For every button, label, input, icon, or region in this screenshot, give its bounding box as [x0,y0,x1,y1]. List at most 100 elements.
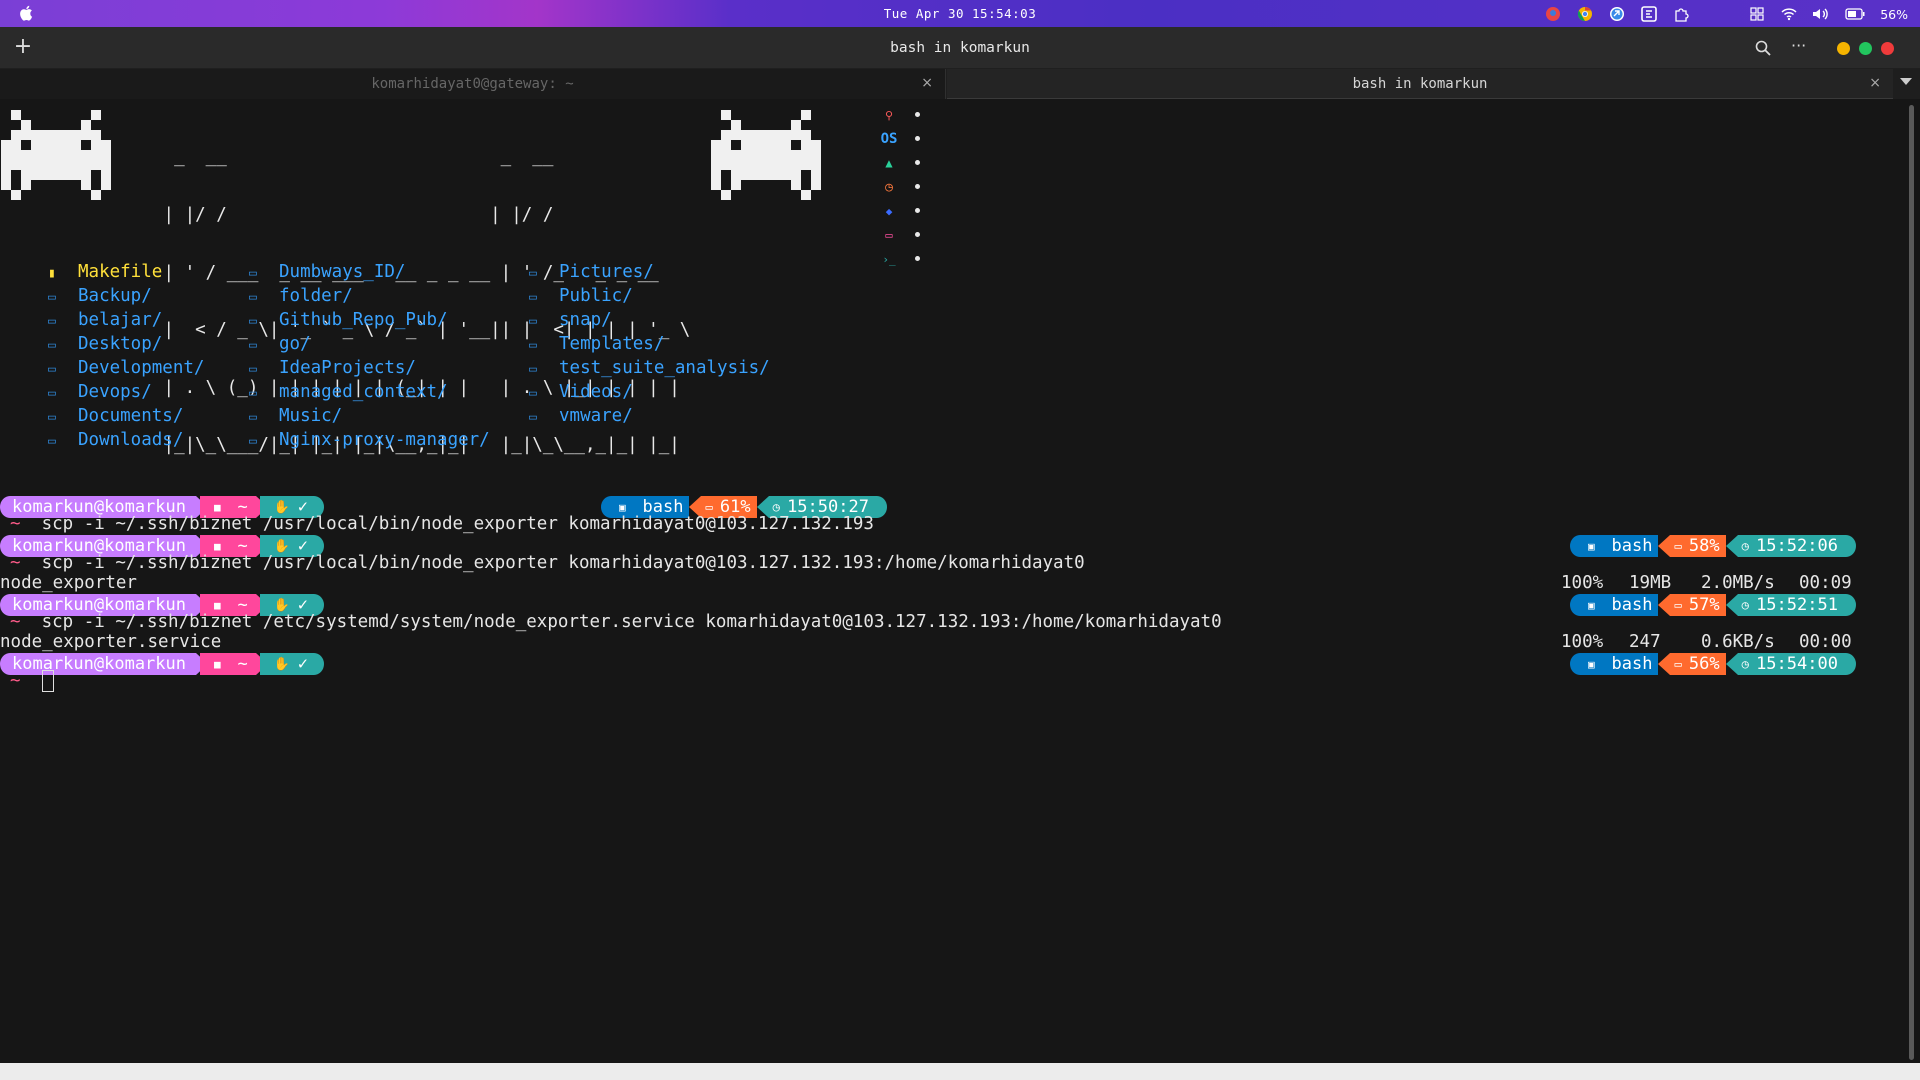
segment-round-left [0,496,10,518]
entry-name: Nginx-proxy-manager/ [279,430,490,450]
prompt-tilde: ~ [10,612,42,632]
folder-icon: ▭ [249,362,257,377]
transfer-eta: 00:09 [1799,573,1852,593]
bullet-icon [915,160,920,165]
folder-icon: ▭ [529,386,537,401]
entry-name: Backup/ [78,286,152,306]
time-segment: ◷ 15:52:51 [1737,594,1846,616]
tab-close-button[interactable]: × [1869,75,1881,91]
folder-entry: ▭ Videos/ [529,380,633,404]
shell-name: bash [1601,536,1653,556]
file-icon: ▮ [48,266,56,281]
os-label: OS [880,131,898,147]
prompt-right: ▣ bash ▭ 58% ◷ 15:52:06 [1570,535,1856,557]
entry-name: test_suite_analysis/ [559,358,770,378]
folder-icon: ▭ [48,434,56,449]
time-segment: ◷ 15:52:06 [1737,535,1846,557]
folder-entry: ▭ Backup/ [48,284,152,308]
segment-round-left [1570,535,1580,557]
volume-icon[interactable] [1812,5,1830,23]
entry-name: IdeaProjects/ [279,358,416,378]
minimize-button[interactable] [1837,42,1850,55]
segment-round-left [0,594,10,616]
folder-icon: ▭ [249,434,257,449]
transfer-size: 19MB [1629,573,1672,593]
folder-icon: ▭ [249,386,257,401]
transfer-file: node_exporter [0,573,137,593]
battery-percentage: 56% [1880,6,1908,22]
prompt-status-segment: ✋ ✓ [259,653,314,675]
terminal-icon: ▣ [1588,657,1602,671]
folder-entry: ▭ Github_Repo_Pub/ [249,308,448,332]
terminal-window: + bash in komarkun ··· komarhidayat0@gat… [0,27,1920,1063]
text-cursor[interactable] [41,670,54,692]
chrome-icon[interactable] [1576,5,1594,23]
space-invader-right-icon [711,110,821,200]
clock-icon: ◷ [1741,539,1757,553]
folder-icon: ▭ [48,410,56,425]
entry-name: go/ [279,334,311,354]
entry-name: Desktop/ [78,334,163,354]
transfer-rate: 0.6KB/s [1701,632,1775,652]
prompt-tilde: ~ [10,514,42,534]
transfer-rate: 2.0MB/s [1701,573,1775,593]
tab-gateway[interactable]: komarhidayat0@gateway: ~ × [0,69,946,99]
segment-round-right [1845,653,1856,675]
folder-entry: ▭ go/ [249,332,311,356]
segment-round-left [1570,594,1580,616]
entry-name: Downloads/ [78,430,184,450]
folder-entry: ▭ Desktop/ [48,332,162,356]
command-line[interactable]: ~ scp -i ~/.ssh/biznet /usr/local/bin/no… [10,512,874,536]
tab-komarkun[interactable]: bash in komarkun × [947,69,1893,99]
wifi-icon[interactable] [1780,5,1798,23]
grid-icon[interactable] [1748,5,1766,23]
tab-close-button[interactable]: × [921,75,933,91]
folder-entry: ▭ snap/ [529,308,612,332]
transfer-eta: 00:00 [1799,632,1852,652]
terminal-icon: ▣ [1588,539,1602,553]
search-icon[interactable] [1754,39,1772,57]
app-icon[interactable] [1608,5,1626,23]
tab-dropdown-icon[interactable] [1900,78,1912,85]
folder-icon: ▭ [249,338,257,353]
segment-round-left [1570,653,1580,675]
segment-cap-left [1725,594,1738,616]
prompt-time: 15:54:00 [1756,654,1838,674]
segment-round-right [314,653,324,675]
shell-segment: ▣ bash [1580,594,1659,616]
entry-name: Github_Repo_Pub/ [279,310,448,330]
prompt-right: ▣ bash ▭ 57% ◷ 15:52:51 [1570,594,1856,616]
terminal-icon: ▣ [1588,598,1602,612]
entry-name: Music/ [279,406,343,426]
terminal-output[interactable]: _ __ _ __ | |/ / | |/ / | ' / ___ _ __ _… [0,100,1908,1063]
arch-icon: ▲ [885,156,893,170]
hand-icon: ✋ [273,656,298,672]
avatar-icon[interactable] [1544,5,1562,23]
scrollbar[interactable] [1909,105,1914,1060]
segment-round-left [0,653,10,675]
battery-icon[interactable] [1844,5,1866,23]
more-options-button[interactable]: ··· [1791,36,1806,55]
folder-icon: ▭ [249,314,257,329]
maximize-button[interactable] [1859,42,1872,55]
prompt-time: 15:52:06 [1756,536,1838,556]
entry-name: Development/ [78,358,205,378]
ascii-line: | |/ / | |/ / [153,205,554,226]
folder-entry: ▭ Devops/ [48,380,152,404]
bullet-icon [915,136,920,141]
segment-round-right [1845,594,1856,616]
close-button[interactable] [1881,42,1894,55]
entry-name: managed_context/ [279,382,448,402]
bullet-icon [915,184,920,189]
entry-name: Makefile [78,262,163,282]
focus-icon[interactable] [1640,5,1658,23]
folder-entry: ▭ Documents/ [48,404,183,428]
entry-name: vmware/ [559,406,633,426]
command-line[interactable]: ~ [10,669,54,693]
folder-entry: ▭ belajar/ [48,308,162,332]
extension-icon[interactable] [1672,5,1690,23]
folder-entry: ▭ folder/ [249,284,353,308]
bullet-icon [915,256,920,261]
folder-icon: ▭ [529,362,537,377]
entry-name: Devops/ [78,382,152,402]
